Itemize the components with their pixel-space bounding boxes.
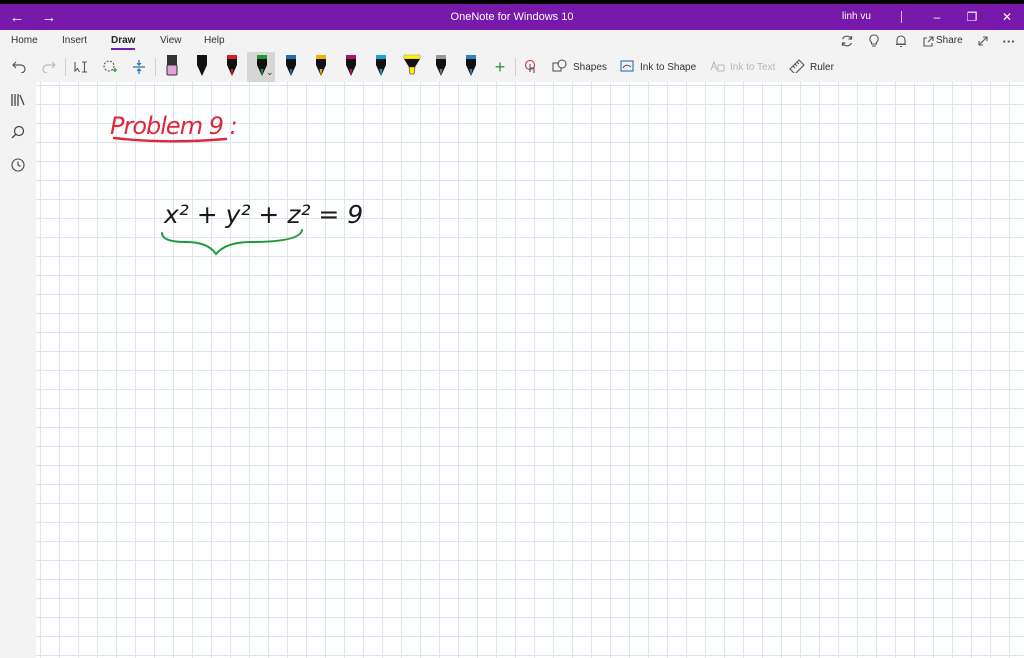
- toolbar-separator: [515, 58, 516, 76]
- pen-green-icon-selected[interactable]: ⌄: [247, 52, 275, 82]
- ink-to-shape-label: Ink to Shape: [640, 61, 697, 73]
- search-icon[interactable]: [8, 122, 28, 142]
- ribbon-tabs: Home Insert Draw View Help Share ···: [0, 30, 1024, 52]
- recent-clock-icon[interactable]: [8, 155, 28, 175]
- pen-cyan-icon[interactable]: [371, 52, 389, 82]
- ink-to-shape-button[interactable]: Ink to Shape: [619, 52, 696, 82]
- draw-toolbar: ⌄ + Shapes Ink to Shape Ink to Text Rule…: [0, 52, 1024, 82]
- toolbar-separator: [155, 58, 156, 76]
- nav-sidebar: [0, 82, 36, 658]
- minimize-icon[interactable]: –: [922, 4, 952, 30]
- title-separator: [901, 11, 902, 23]
- shapes-label: Shapes: [573, 61, 607, 73]
- chevron-down-icon[interactable]: ⌄: [266, 67, 274, 78]
- ink-to-shape-icon: [619, 59, 635, 76]
- lasso-type-select-icon[interactable]: [70, 52, 92, 82]
- user-name[interactable]: linh vu: [842, 4, 871, 30]
- add-space-icon[interactable]: [128, 52, 150, 82]
- ink-to-text-button[interactable]: Ink to Text: [709, 52, 775, 82]
- problem-heading-ink: Problem 9 :: [110, 112, 237, 140]
- more-options-icon[interactable]: ···: [999, 32, 1019, 50]
- equation-ink: x² + y² + z² = 9: [163, 200, 363, 229]
- expand-icon[interactable]: [973, 32, 993, 50]
- share-button[interactable]: Share: [936, 35, 963, 46]
- bell-icon[interactable]: [891, 32, 911, 50]
- note-canvas[interactable]: Problem 9 : x² + y² + z² = 9: [36, 82, 1024, 658]
- pen-blue-icon[interactable]: [281, 52, 299, 82]
- redo-icon[interactable]: [38, 52, 60, 82]
- tab-draw[interactable]: Draw: [111, 35, 135, 46]
- lasso-select-icon[interactable]: [99, 52, 121, 82]
- tab-home[interactable]: Home: [11, 35, 38, 46]
- ink-layer: Problem 9 : x² + y² + z² = 9: [110, 112, 363, 256]
- toolbar-separator: [65, 58, 66, 76]
- pen-yellow-icon[interactable]: [311, 52, 329, 82]
- ink-to-text-label: Ink to Text: [730, 61, 776, 73]
- ruler-icon: [789, 58, 805, 76]
- ruler-label: Ruler: [810, 61, 834, 73]
- title-bar: ← → OneNote for Windows 10 linh vu – ❐ ✕: [0, 4, 1024, 30]
- shapes-button[interactable]: Shapes: [552, 52, 607, 82]
- lightbulb-icon[interactable]: [864, 32, 884, 50]
- shapes-icon: [552, 58, 568, 76]
- highlighter-yellow-icon[interactable]: [400, 52, 421, 82]
- ribbon: Home Insert Draw View Help Share ··· ⌄ +…: [0, 30, 1024, 82]
- tab-help[interactable]: Help: [204, 35, 225, 46]
- notebooks-icon[interactable]: [8, 90, 28, 110]
- touch-drawing-icon[interactable]: [521, 52, 541, 82]
- pen-red-icon[interactable]: [222, 52, 240, 82]
- add-pen-icon[interactable]: +: [490, 52, 510, 82]
- close-icon[interactable]: ✕: [992, 4, 1022, 30]
- tab-insert[interactable]: Insert: [62, 35, 87, 46]
- undo-icon[interactable]: [8, 52, 30, 82]
- ink-to-text-icon: [709, 59, 725, 76]
- pen-magenta-icon[interactable]: [341, 52, 359, 82]
- pen-light-blue-icon[interactable]: [461, 52, 479, 82]
- restore-icon[interactable]: ❐: [957, 4, 987, 30]
- pen-black-icon[interactable]: [192, 52, 210, 82]
- ruler-button[interactable]: Ruler: [789, 52, 834, 82]
- active-tab-indicator: [111, 48, 135, 50]
- highlighter-pink-icon[interactable]: [162, 52, 180, 82]
- sync-icon[interactable]: [837, 32, 857, 50]
- share-icon[interactable]: [918, 32, 938, 50]
- pencil-gray-icon[interactable]: [431, 52, 449, 82]
- curly-brace-ink: [161, 229, 303, 256]
- tab-view[interactable]: View: [160, 35, 182, 46]
